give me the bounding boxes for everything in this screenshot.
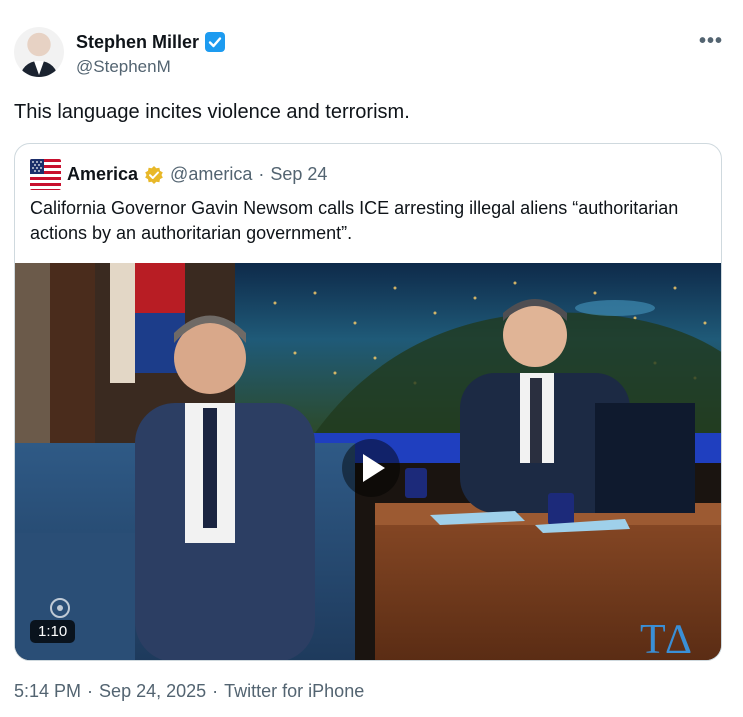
- more-options-icon[interactable]: •••: [699, 30, 723, 53]
- tweet-time[interactable]: 5:14 PM: [14, 681, 81, 702]
- author-avatar[interactable]: [14, 27, 64, 77]
- tweet: Stephen Miller @StephenM ••• This langua…: [0, 0, 743, 717]
- us-flag-icon[interactable]: [30, 159, 61, 190]
- desk-logo: T∆: [640, 617, 691, 661]
- quoted-tweet[interactable]: America @america · Sep 24 California Gov…: [14, 143, 722, 661]
- tweet-source[interactable]: Twitter for iPhone: [224, 681, 364, 702]
- tweet-date[interactable]: Sep 24, 2025: [99, 681, 206, 702]
- verified-badge-icon: [205, 32, 226, 52]
- separator-dot: ·: [212, 681, 219, 701]
- separator-dot: ·: [258, 164, 265, 184]
- quoted-author-name[interactable]: America: [67, 164, 138, 185]
- quoted-author-handle[interactable]: @america: [170, 164, 252, 185]
- author-name[interactable]: Stephen Miller: [76, 32, 199, 53]
- play-button[interactable]: [342, 439, 400, 497]
- author-handle[interactable]: @StephenM: [76, 57, 171, 77]
- quoted-tweet-header: America @america · Sep 24: [30, 159, 327, 190]
- play-icon: [362, 454, 385, 482]
- separator-dot: ·: [87, 681, 94, 701]
- video-duration: 1:10: [30, 620, 76, 643]
- video-player[interactable]: T∆ 1:10: [15, 263, 721, 661]
- quoted-tweet-text: California Governor Gavin Newsom calls I…: [30, 198, 679, 243]
- verified-gold-badge-icon: [145, 165, 163, 184]
- quoted-date[interactable]: Sep 24: [270, 164, 327, 185]
- tweet-text: This language incites violence and terro…: [14, 101, 410, 123]
- author-row: Stephen Miller: [76, 31, 226, 53]
- tweet-metadata: 5:14 PM · Sep 24, 2025 · Twitter for iPh…: [14, 681, 364, 702]
